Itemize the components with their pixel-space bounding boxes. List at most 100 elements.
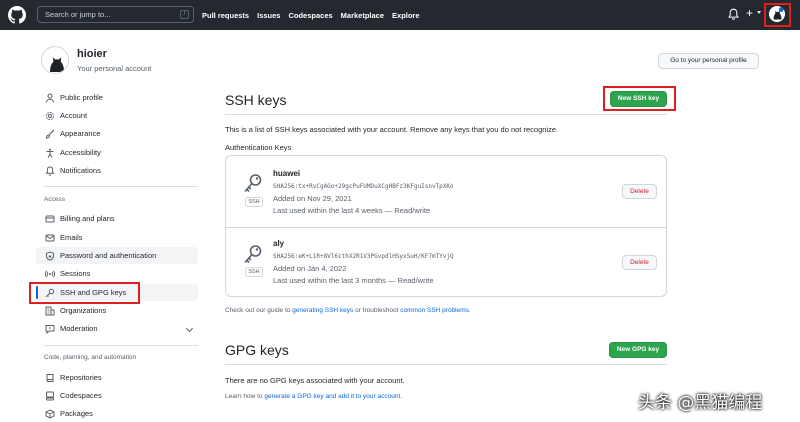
nav-pull-requests[interactable]: Pull requests — [202, 11, 249, 20]
gpg-learn-note: Learn how to generate a GPG key and add … — [225, 393, 402, 400]
sidebar-item-repositories[interactable]: Repositories — [36, 369, 198, 386]
sidebar-item-billing[interactable]: Billing and plans — [36, 210, 198, 227]
sidebar-item-packages[interactable]: Packages — [36, 405, 198, 422]
sidebar-item-emails[interactable]: Emails — [36, 229, 198, 246]
shield-lock-icon — [46, 250, 54, 261]
sidebar-item-label: Billing and plans — [60, 214, 115, 223]
ssh-badge: SSH — [245, 267, 263, 277]
ssh-badge: SSH — [245, 197, 263, 207]
github-logo-icon[interactable] — [8, 6, 26, 24]
paintbrush-icon — [45, 129, 55, 139]
search-shortcut-hint: / — [180, 10, 189, 19]
cat-avatar-icon — [42, 47, 68, 73]
primary-nav: Pull requests Issues Codespaces Marketpl… — [202, 0, 428, 30]
new-gpg-key-button[interactable]: New GPG key — [609, 342, 667, 358]
authentication-keys-heading: Authentication Keys — [225, 143, 292, 152]
new-ssh-key-highlight-box — [603, 86, 676, 111]
repo-icon — [46, 373, 54, 382]
accessibility-icon — [46, 148, 54, 158]
key-icon — [244, 245, 262, 264]
nav-marketplace[interactable]: Marketplace — [341, 11, 384, 20]
nav-issues[interactable]: Issues — [257, 11, 280, 20]
learn-suffix-text: . — [400, 393, 403, 400]
ssh-key-added-date: Added on Jan 4, 2022 — [273, 264, 347, 273]
delete-ssh-key-button[interactable]: Delete — [622, 255, 657, 270]
sidebar-item-label: Organizations — [60, 306, 107, 315]
nav-codespaces[interactable]: Codespaces — [288, 11, 332, 20]
guide-suffix-text: . — [468, 307, 471, 314]
gpg-keys-heading: GPG keys — [225, 342, 289, 358]
ssh-key-row-divider — [226, 227, 666, 228]
create-new-caret-icon[interactable] — [757, 11, 761, 14]
package-icon — [45, 408, 55, 419]
sidebar-item-label: Emails — [60, 233, 83, 242]
sidebar-item-label: Password and authentication — [60, 251, 157, 260]
report-icon — [45, 324, 55, 334]
sidebar-section-code: Code, planning, and automation — [44, 354, 137, 361]
sidebar-item-sessions[interactable]: Sessions — [36, 265, 198, 282]
ssh-keys-heading: SSH keys — [225, 92, 287, 108]
ssh-key-name: aly — [273, 239, 285, 248]
sidebar-item-label: Packages — [60, 409, 93, 418]
mail-icon — [45, 234, 55, 241]
profile-subtitle: Your personal account — [77, 64, 152, 73]
sidebar-item-account[interactable]: Account — [36, 107, 198, 124]
gpg-section-divider — [225, 364, 667, 365]
avatar-highlight-box — [764, 3, 791, 27]
credit-card-icon — [45, 215, 55, 222]
nav-explore[interactable]: Explore — [392, 11, 420, 20]
profile-avatar[interactable] — [41, 46, 69, 74]
top-navigation-bar: Search or jump to... / Pull requests Iss… — [0, 0, 800, 30]
generating-ssh-keys-link[interactable]: generating SSH keys — [292, 307, 353, 314]
ssh-gpg-highlight-box — [29, 282, 140, 304]
sidebar-item-codespaces[interactable]: Codespaces — [36, 387, 198, 404]
broadcast-icon — [45, 270, 55, 277]
sidebar-item-public-profile[interactable]: Public profile — [36, 89, 198, 106]
sidebar-item-label: Repositories — [60, 373, 102, 382]
organization-icon — [45, 306, 55, 315]
chevron-down-icon[interactable] — [185, 324, 194, 333]
sidebar-section-access: Access — [44, 196, 65, 203]
sidebar-item-label: Notifications — [60, 166, 101, 175]
sidebar-item-label: Public profile — [60, 93, 103, 102]
sidebar-divider — [44, 345, 198, 346]
search-input[interactable]: Search or jump to... / — [37, 6, 194, 23]
sidebar-item-label: Sessions — [60, 269, 91, 278]
watermark-text: 头条 @黑猫编程 — [638, 393, 763, 413]
gear-icon — [45, 111, 55, 120]
go-to-profile-button[interactable]: Go to your personal profile — [658, 53, 759, 69]
codespaces-icon — [46, 391, 54, 400]
guide-middle-text: or troubleshoot — [353, 307, 401, 314]
sidebar-item-accessibility[interactable]: Accessibility — [36, 144, 198, 161]
delete-ssh-key-button[interactable]: Delete — [622, 184, 657, 199]
create-new-plus-icon[interactable]: + — [746, 6, 753, 20]
ssh-key-last-used: Last used within the last 4 weeks — Read… — [273, 206, 431, 215]
ssh-section-divider — [225, 114, 667, 115]
ssh-key-list: SSH huawei SHA256:tx+RvCgAGo+29gcPuFUMDu… — [225, 155, 667, 297]
search-placeholder: Search or jump to... — [45, 10, 111, 19]
sidebar-item-notifications[interactable]: Notifications — [36, 162, 198, 179]
ssh-key-fingerprint: SHA256:tx+RvCgAGo+29gcPuFUMDuXCgHBFz3KFg… — [273, 183, 454, 190]
sidebar-item-label: Appearance — [60, 129, 101, 138]
sidebar-item-appearance[interactable]: Appearance — [36, 125, 198, 142]
guide-prefix-text: Check out our guide to — [225, 307, 293, 314]
ssh-key-name: huawei — [273, 169, 301, 178]
person-icon — [46, 93, 54, 103]
sidebar-item-label: Moderation — [60, 324, 98, 333]
sidebar-item-password-auth[interactable]: Password and authentication — [36, 247, 198, 264]
sidebar-divider — [44, 186, 198, 187]
common-ssh-problems-link[interactable]: common SSH problems — [400, 307, 469, 314]
ssh-key-last-used: Last used within the last 3 months — Rea… — [273, 276, 434, 285]
profile-username[interactable]: hioier — [77, 48, 107, 60]
ssh-guide-note: Check out our guide to generating SSH ke… — [225, 307, 471, 314]
sidebar-item-moderation[interactable]: Moderation — [36, 320, 198, 337]
bell-icon — [45, 165, 55, 176]
ssh-key-fingerprint: SHA256:eK+L1R+8Vl6ithX2R1V3PGvpdlHSyxSuH… — [273, 253, 454, 260]
key-icon — [244, 174, 262, 193]
generate-gpg-key-link[interactable]: generate a GPG key and add it to your ac… — [264, 393, 400, 400]
ssh-description: This is a list of SSH keys associated wi… — [225, 125, 559, 134]
sidebar-item-organizations[interactable]: Organizations — [36, 302, 198, 319]
notifications-bell-icon[interactable] — [728, 8, 739, 21]
learn-prefix-text: Learn how to — [225, 393, 265, 400]
sidebar-item-label: Account — [60, 111, 88, 120]
